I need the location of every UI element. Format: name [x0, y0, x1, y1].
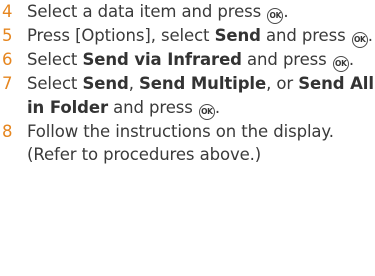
- ok-key-icon: OK: [198, 103, 215, 120]
- step-number: 8: [2, 121, 13, 141]
- ok-key-icon: OK: [332, 56, 349, 72]
- step-text-segment: Press [Options], select: [27, 26, 215, 45]
- ok-key-icon: OK: [267, 8, 284, 24]
- step-number: 4: [2, 2, 13, 21]
- menu-option-send-via-infrared: Send via Infrared: [82, 50, 242, 69]
- step-text-segment: , or: [266, 74, 299, 93]
- step-text: Follow the instructions on the display. …: [27, 122, 334, 165]
- step-text-segment: .: [214, 97, 221, 117]
- step-text: Press [Options], select Send and press O…: [27, 26, 373, 48]
- step-text-segment: and press: [260, 26, 351, 45]
- step-number: 6: [2, 50, 13, 69]
- menu-option-send: Send: [214, 26, 261, 45]
- step-4: 4 Select a data item and press OK.: [0, 0, 375, 24]
- step-text-segment: ,: [128, 74, 139, 93]
- step-7: 7 Select Send, Send Multiple, or Send Al…: [0, 72, 375, 120]
- step-6: 6 Select Send via Infrared and press OK.: [0, 48, 375, 72]
- step-text-segment: Follow the instructions on the display. …: [27, 121, 334, 165]
- step-text-segment: Select: [27, 74, 83, 93]
- instruction-steps: 4 Select a data item and press OK. 5 Pre…: [0, 0, 375, 167]
- step-text: Select Send, Send Multiple, or Send All …: [27, 74, 374, 120]
- step-text: Select a data item and press OK.: [27, 2, 289, 24]
- menu-option-send-multiple: Send Multiple: [138, 74, 267, 93]
- step-text-segment: Select: [27, 50, 83, 69]
- step-number: 7: [2, 74, 13, 93]
- step-5: 5 Press [Options], select Send and press…: [0, 24, 375, 48]
- menu-option-send: Send: [82, 74, 129, 93]
- step-text-segment: .: [348, 50, 354, 69]
- step-text-segment: and press: [107, 97, 198, 117]
- step-text-segment: Select a data item and press: [27, 2, 267, 21]
- step-text-segment: and press: [241, 50, 332, 69]
- step-text: Select Send via Infrared and press OK.: [27, 50, 354, 72]
- step-number: 5: [2, 26, 13, 45]
- ok-key-icon: OK: [351, 32, 368, 48]
- step-8: 8 Follow the instructions on the display…: [0, 120, 375, 167]
- step-text-segment: .: [283, 2, 289, 21]
- step-text-segment: .: [367, 26, 373, 45]
